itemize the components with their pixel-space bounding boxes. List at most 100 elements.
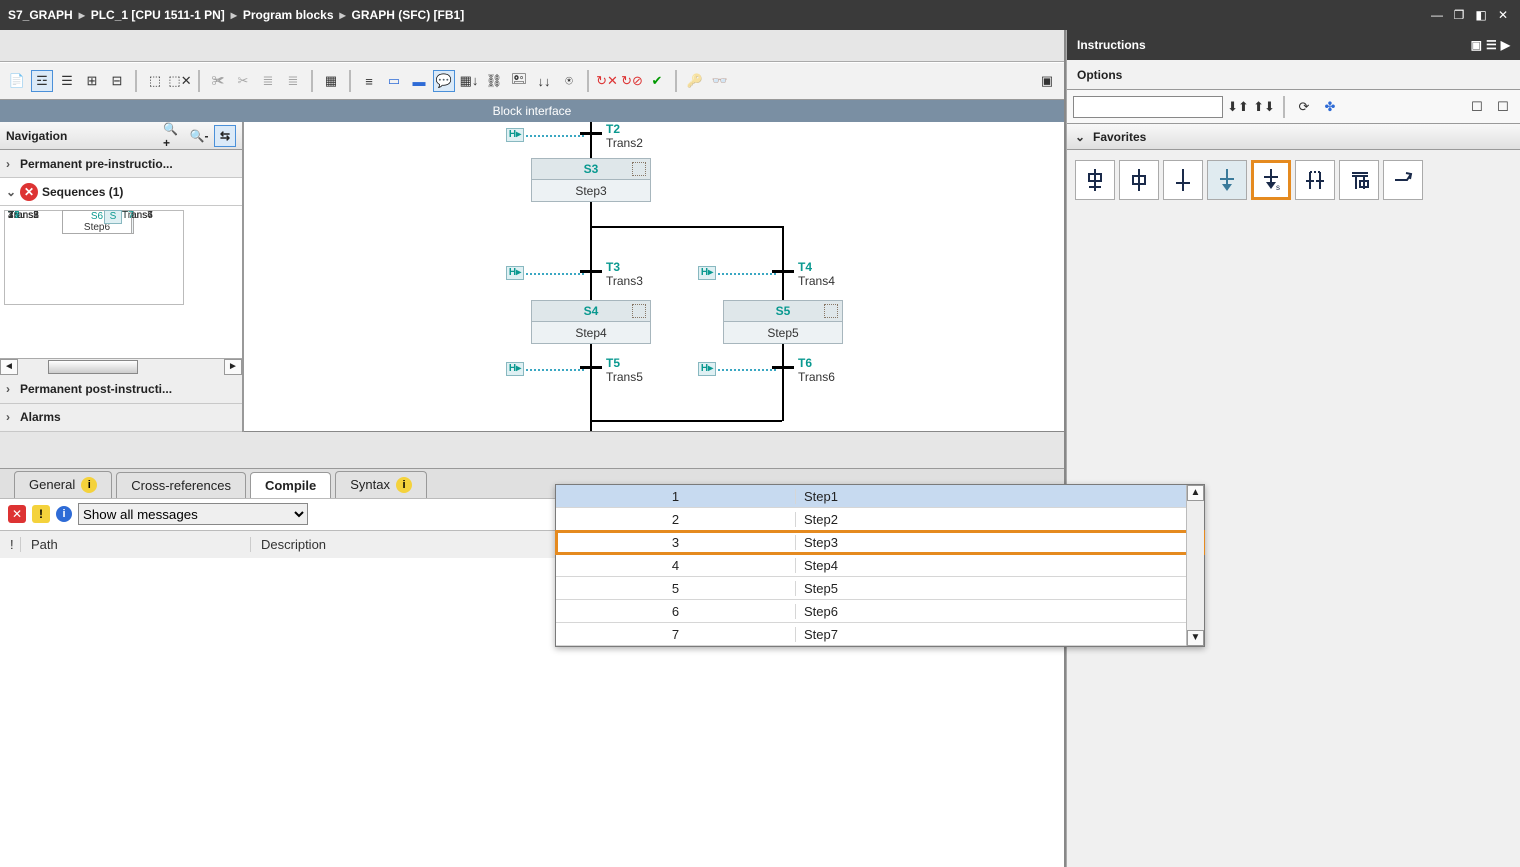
toolbar-btn-2[interactable]: ☲ bbox=[31, 70, 53, 92]
instr-tool-2[interactable]: ✤ bbox=[1319, 96, 1341, 118]
error-filter-icon[interactable]: ✕ bbox=[8, 505, 26, 523]
toolbar-btn-23[interactable]: ↻⊘ bbox=[621, 70, 643, 92]
toolbar-btn-11[interactable]: ≣ bbox=[282, 70, 304, 92]
nav-pre-item[interactable]: ›Permanent pre-instructio... bbox=[0, 150, 242, 178]
nav-alarms-item[interactable]: ›Alarms bbox=[0, 404, 242, 432]
popup-row[interactable]: 7Step7 bbox=[556, 623, 1204, 646]
toolbar-btn-12[interactable]: ▦ bbox=[320, 70, 342, 92]
step-action-icon[interactable] bbox=[632, 304, 646, 318]
jump-target-popup[interactable]: 1Step12Step23Step34Step45Step56Step67Ste… bbox=[555, 484, 1205, 647]
fav-insert-seq-end[interactable] bbox=[1207, 160, 1247, 200]
trans6-condition-icon[interactable]: H▸ bbox=[698, 362, 716, 376]
favorites-palette: s bbox=[1067, 150, 1520, 210]
instructions-header: Instructions ▣☰▶ bbox=[1067, 30, 1520, 60]
maxgroup-icon[interactable]: ◧ bbox=[1472, 8, 1490, 22]
zoom-in-icon[interactable]: 🔍+ bbox=[162, 125, 184, 147]
toolbar-btn-14[interactable]: ▭ bbox=[383, 70, 405, 92]
nav-sync-icon[interactable]: ⇆ bbox=[214, 125, 236, 147]
fav-insert-sim-branch[interactable] bbox=[1339, 160, 1379, 200]
instr-view-2[interactable]: ☐ bbox=[1492, 96, 1514, 118]
toolbar-btn-right[interactable]: ▣ bbox=[1036, 70, 1058, 92]
fav-insert-step[interactable] bbox=[1119, 160, 1159, 200]
toolbar-btn-24[interactable]: ✔ bbox=[646, 70, 668, 92]
tab-cross-references[interactable]: Cross-references bbox=[116, 472, 246, 498]
breadcrumb-bar: S7_GRAPH▸ PLC_1 [CPU 1511-1 PN]▸ Program… bbox=[0, 0, 1520, 30]
step-action-icon[interactable] bbox=[632, 162, 646, 176]
toolbar-btn-glasses[interactable]: 👓 bbox=[709, 70, 731, 92]
fav-insert-jump[interactable]: s bbox=[1251, 160, 1291, 200]
restore-icon[interactable]: ❐ bbox=[1450, 8, 1468, 22]
info-filter-icon[interactable]: i bbox=[56, 506, 72, 522]
warning-filter-icon[interactable]: ! bbox=[32, 505, 50, 523]
popup-row[interactable]: 4Step4 bbox=[556, 554, 1204, 577]
trans4-condition-icon[interactable]: H▸ bbox=[698, 266, 716, 280]
favorites-header[interactable]: ⌄Favorites bbox=[1067, 124, 1520, 150]
svg-text:s: s bbox=[1276, 183, 1280, 192]
tab-syntax[interactable]: Syntaxi bbox=[335, 471, 427, 498]
popup-row[interactable]: 1Step1 bbox=[556, 485, 1204, 508]
toolbar-btn-19[interactable]: 🖭 bbox=[508, 70, 530, 92]
toolbar-btn-7[interactable]: ⬚✕ bbox=[169, 70, 191, 92]
toolbar-btn-comment[interactable]: 💬 bbox=[433, 70, 455, 92]
fav-insert-step-trans[interactable] bbox=[1075, 160, 1115, 200]
nav-hscroll[interactable]: ◄► bbox=[0, 358, 242, 376]
zoom-out-icon[interactable]: 🔍- bbox=[188, 125, 210, 147]
options-header[interactable]: Options bbox=[1067, 60, 1520, 90]
toolbar-btn-3[interactable]: ☰ bbox=[56, 70, 78, 92]
message-filter-select[interactable]: Show all messages bbox=[78, 503, 308, 525]
toolbar-btn-9[interactable]: ✂ bbox=[232, 70, 254, 92]
toolbar-btn-15[interactable]: ▬ bbox=[408, 70, 430, 92]
toolbar-btn-17[interactable]: ▦↓ bbox=[458, 70, 480, 92]
crumb-0[interactable]: S7_GRAPH bbox=[8, 8, 73, 22]
toolbar-btn-20[interactable]: ↓↓ bbox=[533, 70, 555, 92]
nav-sequences-item[interactable]: ⌄✕Sequences (1) bbox=[0, 178, 242, 206]
panel-pin-icon[interactable]: ▣ bbox=[1471, 38, 1482, 52]
crumb-3[interactable]: GRAPH (SFC) [FB1] bbox=[352, 8, 465, 22]
popup-row[interactable]: 3Step3 bbox=[556, 531, 1204, 554]
popup-row[interactable]: 6Step6 bbox=[556, 600, 1204, 623]
fav-insert-alt-branch[interactable] bbox=[1295, 160, 1335, 200]
crumb-2[interactable]: Program blocks bbox=[243, 8, 334, 22]
instructions-search-input[interactable] bbox=[1073, 96, 1223, 118]
tab-compile[interactable]: Compile bbox=[250, 472, 331, 498]
instructions-toolbar: ⬇⬆ ⬆⬇ ⟳ ✤ ☐ ☐ bbox=[1067, 90, 1520, 124]
search-up-icon[interactable]: ⬆⬇ bbox=[1253, 96, 1275, 118]
search-down-icon[interactable]: ⬇⬆ bbox=[1227, 96, 1249, 118]
trans3-condition-icon[interactable]: H▸ bbox=[506, 266, 524, 280]
toolbar-btn-25[interactable]: 🔑 bbox=[684, 70, 706, 92]
panel-collapse-icon[interactable]: ▶ bbox=[1501, 38, 1510, 52]
popup-vscroll[interactable]: ▲ ▼ bbox=[1186, 485, 1204, 646]
toolbar-btn-4[interactable]: ⊞ bbox=[81, 70, 103, 92]
close-icon[interactable]: ✕ bbox=[1494, 8, 1512, 22]
toolbar-btn-5[interactable]: ⊟ bbox=[106, 70, 128, 92]
trans5-condition-icon[interactable]: H▸ bbox=[506, 362, 524, 376]
step5-box[interactable]: S5 Step5 bbox=[723, 300, 843, 344]
toolbar-btn-1[interactable]: 📄 bbox=[6, 70, 28, 92]
fav-close-branch[interactable] bbox=[1383, 160, 1423, 200]
toolbar-btn-10[interactable]: ≣ bbox=[257, 70, 279, 92]
error-icon: ✕ bbox=[20, 183, 38, 201]
navigation-header: Navigation 🔍+ 🔍- ⇆ bbox=[0, 122, 242, 150]
graph-editor[interactable]: H▸ T2Trans2 S3 Step3 H▸ T3Trans3 H▸ T4Tr… bbox=[244, 122, 1064, 432]
instr-tool-1[interactable]: ⟳ bbox=[1293, 96, 1315, 118]
panel-layout-icon[interactable]: ☰ bbox=[1486, 38, 1497, 52]
instr-view-1[interactable]: ☐ bbox=[1466, 96, 1488, 118]
toolbar-btn-6[interactable]: ⬚ bbox=[144, 70, 166, 92]
toolbar-btn-13[interactable]: ≡ bbox=[358, 70, 380, 92]
minimize-icon[interactable]: — bbox=[1428, 8, 1446, 22]
toolbar-btn-18[interactable]: ⛓ bbox=[483, 70, 505, 92]
step3-box[interactable]: S3 Step3 bbox=[531, 158, 651, 202]
nav-post-item[interactable]: ›Permanent post-instructi... bbox=[0, 376, 242, 404]
popup-row[interactable]: 2Step2 bbox=[556, 508, 1204, 531]
popup-row[interactable]: 5Step5 bbox=[556, 577, 1204, 600]
toolbar-btn-22[interactable]: ↻✕ bbox=[596, 70, 618, 92]
toolbar-btn-21[interactable]: ⍟ bbox=[558, 70, 580, 92]
crumb-1[interactable]: PLC_1 [CPU 1511-1 PN] bbox=[91, 8, 225, 22]
toolbar-btn-cut[interactable]: ✀ bbox=[207, 70, 229, 92]
trans2-condition-icon[interactable]: H▸ bbox=[506, 128, 524, 142]
nav-minimap[interactable]: T1 Trans1 2 T2 Trans2 3 T3 Trans3 T4 Tra… bbox=[0, 206, 242, 358]
fav-insert-trans[interactable] bbox=[1163, 160, 1203, 200]
step4-box[interactable]: S4 Step4 bbox=[531, 300, 651, 344]
tab-general[interactable]: Generali bbox=[14, 471, 112, 498]
step-action-icon[interactable] bbox=[824, 304, 838, 318]
